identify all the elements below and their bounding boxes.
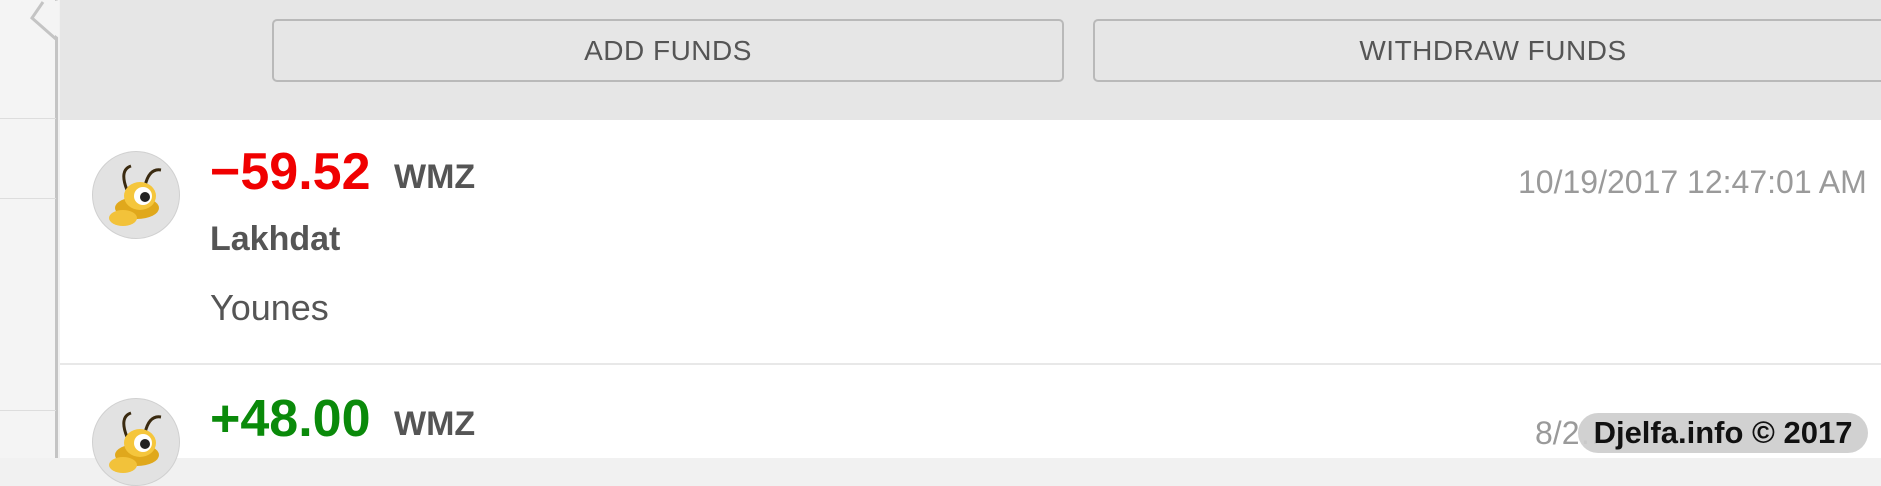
- side-panel-divider: [0, 198, 56, 199]
- ant-mascot-icon: [92, 398, 180, 486]
- transaction-name: Lakhdat: [210, 220, 341, 258]
- add-funds-button[interactable]: ADD FUNDS: [272, 19, 1064, 82]
- watermark: Djelfa.info © 2017: [1578, 413, 1868, 453]
- transaction-currency: WMZ: [394, 158, 476, 196]
- transaction-datetime: 10/19/2017 12:47:01 AM: [1518, 164, 1867, 200]
- side-panel-divider: [0, 410, 56, 411]
- transaction-row[interactable]: −59.52 WMZ 10/19/2017 12:47:01 AM Lakhda…: [60, 120, 1881, 363]
- transaction-currency: WMZ: [394, 405, 476, 443]
- transaction-list: −59.52 WMZ 10/19/2017 12:47:01 AM Lakhda…: [60, 120, 1881, 486]
- transaction-amount: +48.00: [210, 390, 371, 448]
- transaction-amount: −59.52: [210, 143, 371, 201]
- side-panel: [0, 0, 58, 458]
- withdraw-funds-button[interactable]: WITHDRAW FUNDS: [1093, 19, 1881, 82]
- side-panel-divider: [0, 118, 56, 119]
- collapse-chevron-icon[interactable]: [26, 0, 60, 42]
- transaction-description: Younes: [210, 287, 329, 328]
- funds-toolbar: ADD FUNDS WITHDRAW FUNDS: [60, 0, 1881, 120]
- ant-mascot-icon: [92, 151, 180, 239]
